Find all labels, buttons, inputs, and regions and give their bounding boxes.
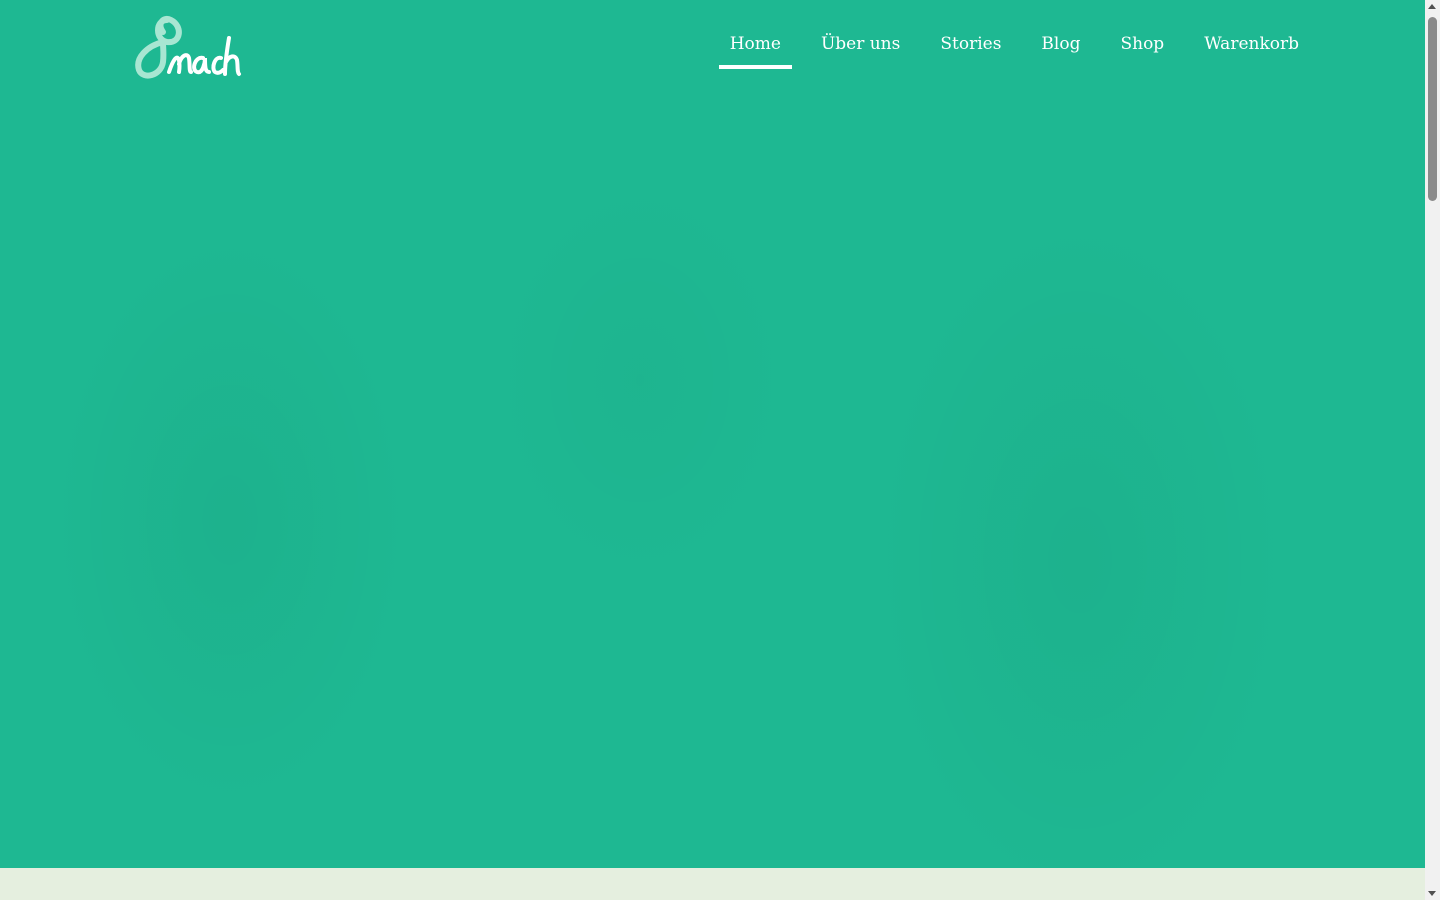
nav-item-shop[interactable]: Shop <box>1109 28 1175 69</box>
nav-item-blog[interactable]: Blog <box>1030 28 1091 69</box>
nav-item-stories[interactable]: Stories <box>929 28 1012 69</box>
content-section-top <box>0 868 1425 900</box>
scrollbar-thumb[interactable] <box>1428 17 1437 201</box>
hero-section: Home Über uns Stories Blog Shop Warenkor… <box>0 0 1425 868</box>
nav-item-warenkorb[interactable]: Warenkorb <box>1193 28 1310 69</box>
hero-background-texture <box>0 0 1425 868</box>
logo-image <box>135 16 241 79</box>
nav-item-home[interactable]: Home <box>718 28 793 69</box>
site-logo[interactable] <box>133 14 243 80</box>
main-navigation: Home Über uns Stories Blog Shop Warenkor… <box>701 28 1310 69</box>
scroll-down-arrow-icon[interactable] <box>1428 891 1436 896</box>
page-scrollbar[interactable] <box>1425 0 1440 900</box>
scroll-up-arrow-icon[interactable] <box>1428 4 1436 9</box>
nav-item-ueber-uns[interactable]: Über uns <box>810 28 911 69</box>
